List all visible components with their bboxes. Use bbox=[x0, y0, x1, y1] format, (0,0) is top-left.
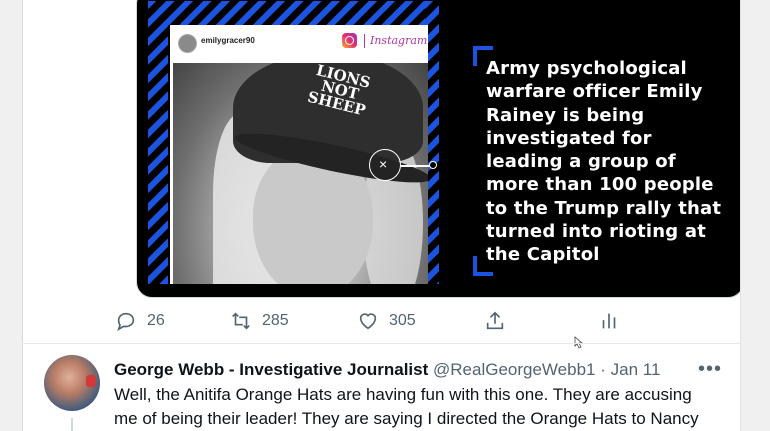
like-count: 305 bbox=[389, 312, 416, 329]
retweet-count: 285 bbox=[262, 312, 289, 329]
tweet-media-card[interactable]: emilygracer90 Instagram LIONS NOT SHEEP … bbox=[136, 0, 740, 298]
tweet-text: Well, the Anitifa Orange Hats are having… bbox=[114, 385, 699, 428]
column-border-right bbox=[740, 0, 741, 431]
zoom-connector bbox=[401, 165, 431, 167]
stripe-decoration-left bbox=[148, 1, 168, 284]
retweet-button[interactable]: 285 bbox=[230, 308, 289, 334]
instagram-avatar bbox=[178, 34, 197, 53]
user-handle[interactable]: @RealGeorgeWebb1 bbox=[433, 360, 595, 379]
instagram-username: emilygracer90 bbox=[201, 36, 255, 45]
retweet-icon bbox=[232, 312, 250, 330]
more-options-icon[interactable]: ••• bbox=[698, 358, 722, 381]
header-separator: · bbox=[600, 360, 606, 379]
reply-count: 26 bbox=[147, 312, 165, 329]
zoom-close-icon: × bbox=[379, 156, 388, 172]
instagram-icon bbox=[342, 33, 357, 48]
tweet-image[interactable]: emilygracer90 Instagram LIONS NOT SHEEP … bbox=[148, 1, 731, 284]
reply-icon bbox=[117, 312, 135, 332]
instagram-brand: Instagram bbox=[370, 34, 428, 47]
tweet-action-bar: 26 285 305 bbox=[0, 300, 740, 340]
heart-icon bbox=[359, 313, 377, 330]
like-button[interactable]: 305 bbox=[357, 308, 416, 334]
stripe-decoration-top bbox=[148, 1, 438, 25]
tweet-date[interactable]: Jan 11 bbox=[611, 360, 661, 379]
instagram-separator bbox=[364, 34, 365, 48]
column-border-left bbox=[22, 0, 23, 431]
image-headline: Army psychological warfare officer Emily… bbox=[486, 58, 722, 266]
avatar[interactable] bbox=[44, 355, 100, 411]
tweet-header: George Webb - Investigative Journalist @… bbox=[114, 360, 660, 380]
instagram-header: emilygracer90 Instagram bbox=[170, 25, 428, 61]
analytics-icon bbox=[602, 313, 616, 329]
reply-button[interactable]: 26 bbox=[115, 308, 165, 334]
zoom-dot[interactable] bbox=[429, 161, 437, 169]
bracket-bottom-decoration bbox=[473, 256, 493, 276]
share-button[interactable] bbox=[484, 308, 506, 334]
analytics-button[interactable] bbox=[598, 308, 620, 334]
share-icon bbox=[486, 311, 504, 330]
thread-line bbox=[71, 418, 73, 431]
display-name[interactable]: George Webb - Investigative Journalist bbox=[114, 360, 428, 379]
zoom-handle[interactable]: × bbox=[369, 149, 401, 181]
tweet-divider bbox=[22, 343, 740, 344]
